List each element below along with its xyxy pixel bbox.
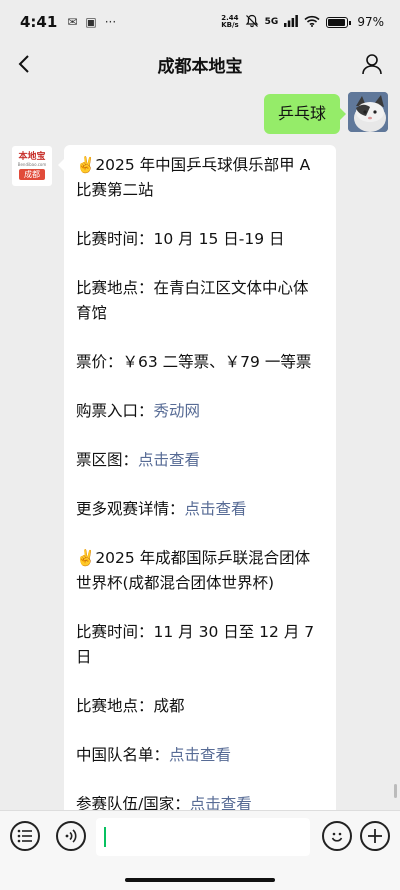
info-line: 比赛地点：在青白江区文体中心体育馆 [76,276,324,326]
bot-logo-sub: Bendibao.com [17,162,47,167]
bot-logo-text: 本地宝 [18,152,46,162]
signal-icon [284,14,299,30]
info-label: 中国队名单： [76,746,170,764]
info-line: 比赛时间：11 月 30 日至 12 月 7 日 [76,620,324,670]
event-title-text: 2025 年成都国际乒联混合团体世界杯(成都混合团体世界杯) [76,549,311,592]
info-line: 更多观赛详情：点击查看 [76,497,324,522]
voice-button[interactable] [56,821,86,851]
info-value: ￥63 二等票、￥79 一等票 [122,353,312,371]
user-message-row: 乒乓球 [263,92,388,134]
bot-avatar[interactable]: 本地宝 Bendibao.com 成都 [12,146,52,186]
scrollbar[interactable] [394,784,397,798]
info-label: 购票入口： [76,402,154,420]
info-label: 票区图： [76,451,139,469]
info-label: 比赛地点： [76,279,154,297]
add-button[interactable] [360,821,390,851]
smiley-icon [331,832,343,842]
status-right: 2.44 KB/s 5G 97% [221,14,384,31]
info-line: 比赛时间：10 月 15 日-19 日 [76,227,324,252]
status-time: 4:41 [20,13,58,31]
event-title: ✌️2025 年成都国际乒联混合团体世界杯(成都混合团体世界杯) [76,546,324,596]
page-title: 成都本地宝 [157,56,243,77]
event-title-text: 2025 年中国乒乓球俱乐部甲 A 比赛第二站 [76,156,311,199]
more-dots-icon: ··· [104,15,117,29]
info-label: 比赛时间： [76,230,154,248]
victory-hand-icon: ✌️ [76,549,96,567]
info-label: 比赛时间： [76,623,154,641]
plus-icon [368,829,382,843]
battery-icon [326,16,352,28]
user-message-bubble[interactable]: 乒乓球 [263,94,347,134]
network-speed-unit: KB/s [221,21,239,29]
teams-link[interactable]: 点击查看 [190,795,252,810]
event-title: ✌️2025 年中国乒乓球俱乐部甲 A 比赛第二站 [76,153,324,203]
list-menu-icon [17,829,32,843]
notification-icons: ✉ ▣ ··· [67,15,116,29]
back-button[interactable] [10,50,38,78]
message-input[interactable] [96,818,310,856]
input-bar [0,810,400,890]
menu-button[interactable] [10,821,40,851]
ticket-link[interactable]: 秀动网 [154,402,201,420]
network-type: 5G [264,17,279,27]
info-label: 更多观赛详情： [76,500,185,518]
victory-hand-icon: ✌️ [76,156,96,174]
team-roster-link[interactable]: 点击查看 [169,746,231,764]
info-label: 票价： [76,353,123,371]
network-speed: 2.44 KB/s [221,15,238,29]
bot-message-bubble[interactable]: ✌️2025 年中国乒乓球俱乐部甲 A 比赛第二站 比赛时间：10 月 15 日… [58,145,336,810]
info-line: 票价：￥63 二等票、￥79 一等票 [76,350,324,375]
app-icon: ▣ [85,15,97,29]
user-avatar[interactable] [348,92,388,132]
info-line: 参赛队伍/国家：点击查看 [76,792,324,810]
details-link[interactable]: 点击查看 [185,500,247,518]
seat-map-link[interactable]: 点击查看 [138,451,200,469]
bot-logo-city: 成都 [19,169,45,180]
info-line: 比赛地点：成都 [76,694,324,719]
info-label: 参赛队伍/国家： [76,795,190,810]
info-value: 成都 [153,697,185,715]
message-icon: ✉ [67,15,78,29]
battery-level: 97% [357,15,384,29]
text-cursor [104,827,106,847]
info-line: 中国队名单：点击查看 [76,743,324,768]
profile-button[interactable] [358,50,386,78]
nav-bar: 成都本地宝 [0,44,400,84]
status-bar: 4:41 ✉ ▣ ··· 2.44 KB/s 5G 97% [0,0,400,44]
voice-icon [65,829,77,843]
emoji-button[interactable] [322,821,352,851]
chat-area[interactable]: 乒乓球 本地宝 Bendibao.com 成都 ✌️2025 年中国乒乓球俱乐部… [0,84,400,810]
chevron-left-icon [18,55,29,73]
wifi-icon [304,15,320,30]
info-value: 10 月 15 日-19 日 [153,230,285,248]
home-indicator[interactable] [125,878,275,882]
info-line: 购票入口：秀动网 [76,399,324,424]
info-label: 比赛地点： [76,697,154,715]
person-icon [362,54,382,75]
mute-bell-icon [245,14,259,31]
info-line: 票区图：点击查看 [76,448,324,473]
